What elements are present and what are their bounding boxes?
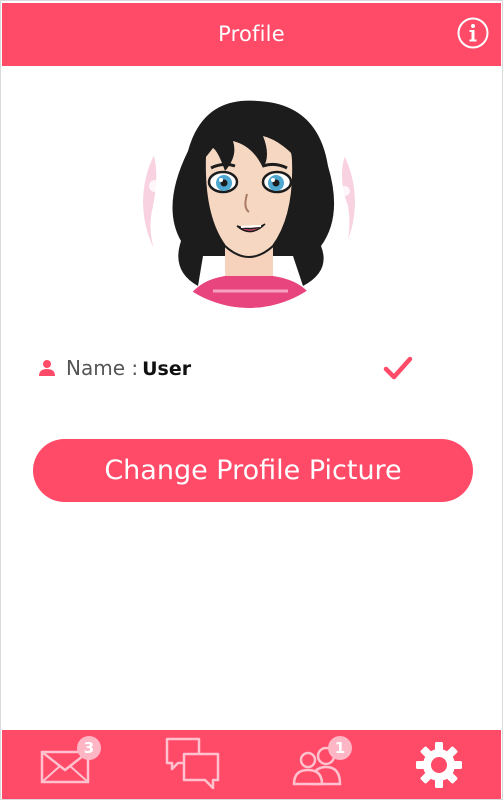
bottom-nav: 3 1 — [2, 730, 501, 799]
nav-item-people[interactable]: 1 — [250, 730, 374, 799]
info-button[interactable] — [457, 17, 489, 49]
avatar-cartoon-girl-image — [143, 96, 355, 308]
people-badge: 1 — [328, 736, 352, 760]
avatar[interactable] — [143, 96, 355, 308]
page-title: Profile — [218, 22, 285, 46]
gear-icon — [416, 742, 462, 788]
header-bar: Profile — [2, 3, 501, 66]
info-icon — [457, 17, 489, 49]
user-icon — [39, 360, 55, 376]
name-row: Name : User — [38, 351, 428, 387]
confirm-name-button[interactable] — [383, 353, 413, 383]
name-value[interactable]: User — [142, 358, 191, 380]
messages-badge: 3 — [77, 736, 101, 760]
name-label: Name : — [66, 356, 139, 380]
chat-bubbles-icon — [165, 737, 220, 790]
nav-item-settings[interactable] — [376, 730, 500, 799]
checkmark-icon — [383, 356, 413, 380]
change-profile-picture-button[interactable]: Change Profile Picture — [33, 439, 473, 502]
name-field: Name : User — [66, 356, 191, 380]
nav-item-messages[interactable]: 3 — [2, 730, 126, 799]
app-screen: Profile Name: User Change Profile Pictu… — [0, 0, 503, 800]
nav-item-chats[interactable] — [126, 730, 250, 799]
